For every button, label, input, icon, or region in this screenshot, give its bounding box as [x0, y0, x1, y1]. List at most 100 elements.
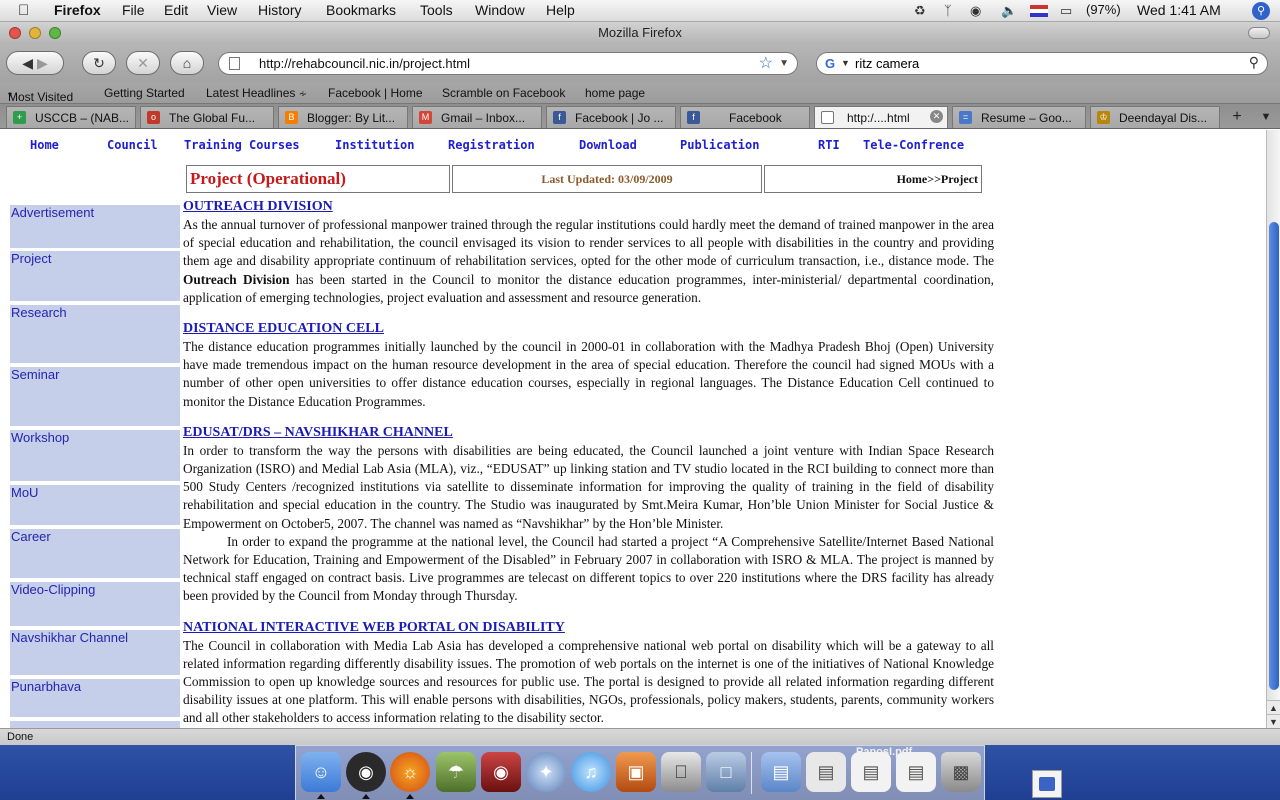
- google-engine-icon[interactable]: G: [825, 56, 835, 71]
- bookmark-home-page[interactable]: home page: [585, 86, 645, 100]
- menu-bookmarks[interactable]: Bookmarks: [326, 2, 396, 18]
- new-tab-icon[interactable]: +: [1226, 107, 1248, 127]
- tab-deendayal[interactable]: ♔ Deendayal Dis...: [1090, 106, 1220, 128]
- menu-window[interactable]: Window: [475, 2, 525, 18]
- scroll-down-arrow-icon[interactable]: ▼: [1267, 714, 1280, 728]
- menu-tools[interactable]: Tools: [420, 2, 453, 18]
- menu-edit[interactable]: Edit: [164, 2, 188, 18]
- sidebar-item-punarbhava[interactable]: Punarbhava: [10, 679, 180, 719]
- tab-resume-google[interactable]: = Resume – Goo...: [952, 106, 1086, 128]
- home-button[interactable]: ⌂: [170, 51, 204, 75]
- volume-icon[interactable]: 🔈: [1001, 3, 1017, 19]
- menu-history[interactable]: History: [258, 2, 302, 18]
- close-window-icon[interactable]: [9, 27, 21, 39]
- stop-button[interactable]: ✕: [126, 51, 160, 75]
- reload-button[interactable]: ↻: [82, 51, 116, 75]
- section-heading-edusat[interactable]: EDUSAT/DRS – NAVSHIKHAR CHANNEL: [183, 424, 994, 442]
- bookmark-getting-started[interactable]: Getting Started: [104, 86, 185, 100]
- sidebar-item-career[interactable]: Career: [10, 529, 180, 580]
- minimize-window-icon[interactable]: [29, 27, 41, 39]
- search-icon[interactable]: ⚲: [1249, 54, 1259, 71]
- window-thumbnail-icon[interactable]: ▤: [806, 752, 846, 792]
- menu-file[interactable]: File: [122, 2, 145, 18]
- bookmark-latest-headlines[interactable]: Latest Headlines ∻: [206, 86, 307, 100]
- back-forward-buttons[interactable]: ◀ ▶: [6, 51, 64, 75]
- nav-training-courses[interactable]: Training Courses: [184, 138, 300, 152]
- tab-facebook-jo[interactable]: f Facebook | Jo ...: [546, 106, 676, 128]
- window-thumbnail-icon[interactable]: ▤: [761, 752, 801, 792]
- menu-help[interactable]: Help: [546, 2, 575, 18]
- firefox-icon[interactable]: ☼: [390, 752, 430, 792]
- engine-dropdown-icon[interactable]: ▼: [841, 58, 850, 68]
- sidebar-item-project[interactable]: Project: [10, 251, 180, 303]
- iphoto-icon[interactable]: ☂: [436, 752, 476, 792]
- trash-icon[interactable]: ▩: [941, 752, 981, 792]
- bluetooth-icon[interactable]: ᛉ: [944, 3, 952, 18]
- close-tab-icon[interactable]: ✕: [930, 110, 943, 123]
- section-heading-web-portal[interactable]: NATIONAL INTERACTIVE WEB PORTAL ON DISAB…: [183, 619, 994, 637]
- url-history-dropdown-icon[interactable]: ▼: [779, 53, 789, 74]
- photo-booth-icon[interactable]: ◉: [481, 752, 521, 792]
- battery-icon[interactable]: ▭: [1060, 3, 1072, 19]
- bookmark-facebook-home[interactable]: Facebook | Home: [328, 86, 423, 100]
- nav-registration[interactable]: Registration: [448, 138, 535, 152]
- document-thumbnail-icon[interactable]: ▤: [896, 752, 936, 792]
- nav-institution[interactable]: Institution: [335, 138, 414, 152]
- itunes-icon[interactable]: ♫: [571, 752, 611, 792]
- menu-app-name[interactable]: Firefox: [54, 2, 101, 18]
- document-icon: [1039, 777, 1055, 791]
- keynote-icon[interactable]: ▣: [616, 752, 656, 792]
- search-input[interactable]: [855, 54, 1235, 73]
- preview-icon[interactable]: □: [706, 752, 746, 792]
- menu-view[interactable]: View: [207, 2, 237, 18]
- list-all-tabs-icon[interactable]: ▼: [1256, 107, 1276, 127]
- safari-icon[interactable]: ✦: [526, 752, 566, 792]
- zoom-window-icon[interactable]: [49, 27, 61, 39]
- spotlight-icon[interactable]: ⚲: [1252, 2, 1270, 20]
- vertical-scrollbar[interactable]: ▲ ▼: [1266, 130, 1280, 728]
- tab-current-page[interactable]: http:/....html ✕: [814, 106, 948, 128]
- bookmark-scramble-facebook[interactable]: Scramble on Facebook: [442, 86, 565, 100]
- finder-icon[interactable]: ☺: [301, 752, 341, 792]
- back-arrow-icon[interactable]: ◀: [22, 55, 33, 71]
- sidebar-item-workshop[interactable]: Workshop: [10, 430, 180, 483]
- tab-facebook[interactable]: f Facebook: [680, 106, 810, 128]
- sync-icon[interactable]: ♻: [914, 3, 926, 19]
- tab-usccb[interactable]: + USCCB – (NAB...: [6, 106, 136, 128]
- desktop-document-icon[interactable]: [1032, 770, 1062, 798]
- sidebar-item-advertisement[interactable]: Advertisement: [10, 205, 180, 250]
- sidebar-item-navshikhar-channel[interactable]: Navshikhar Channel: [10, 630, 180, 677]
- bookmark-most-visited[interactable]: Most Visited ▾: [8, 86, 73, 104]
- sidebar-item-research[interactable]: Research: [10, 305, 180, 365]
- tab-gmail[interactable]: M Gmail – Inbox...: [412, 106, 542, 128]
- apple-menu-icon[interactable]: : [18, 2, 29, 19]
- forward-arrow-icon[interactable]: ▶: [37, 55, 48, 71]
- nav-tele-confrence[interactable]: Tele-Confrence: [863, 138, 964, 152]
- tab-blogger[interactable]: B Blogger: By Lit...: [278, 106, 408, 128]
- wifi-icon[interactable]: ◉: [970, 3, 981, 19]
- search-bar[interactable]: G ▼ ⚲: [816, 52, 1268, 75]
- url-bar[interactable]: ☆ ▼: [218, 52, 798, 75]
- dashboard-icon[interactable]: ◉: [346, 752, 386, 792]
- nav-home[interactable]: Home: [30, 138, 59, 152]
- sidebar-item-video-clipping[interactable]: Video-Clipping: [10, 582, 180, 628]
- scrollbar-thumb[interactable]: [1269, 222, 1279, 690]
- nav-publication[interactable]: Publication: [680, 138, 759, 152]
- menu-clock[interactable]: Wed 1:41 AM: [1137, 2, 1221, 18]
- url-input[interactable]: [259, 54, 739, 73]
- section-heading-distance-education[interactable]: DISTANCE EDUCATION CELL: [183, 320, 994, 338]
- tab-global-fund[interactable]: o The Global Fu...: [140, 106, 274, 128]
- sidebar-item-mou[interactable]: MoU: [10, 485, 180, 527]
- sidebar-item-partial[interactable]: [10, 721, 180, 728]
- section-heading-outreach[interactable]: OUTREACH DIVISION: [183, 198, 994, 216]
- nav-rti[interactable]: RTI: [818, 138, 840, 152]
- toolbar-toggle-button[interactable]: [1248, 27, 1270, 39]
- nav-download[interactable]: Download: [579, 138, 637, 152]
- nav-council[interactable]: Council: [107, 138, 158, 152]
- scroll-up-arrow-icon[interactable]: ▲: [1267, 700, 1280, 714]
- flag-icon[interactable]: [1030, 5, 1048, 17]
- document-thumbnail-icon[interactable]: ▤: [851, 752, 891, 792]
- system-preferences-icon[interactable]: : [661, 752, 701, 792]
- bookmark-star-icon[interactable]: ☆: [759, 53, 773, 74]
- sidebar-item-seminar[interactable]: Seminar: [10, 367, 180, 428]
